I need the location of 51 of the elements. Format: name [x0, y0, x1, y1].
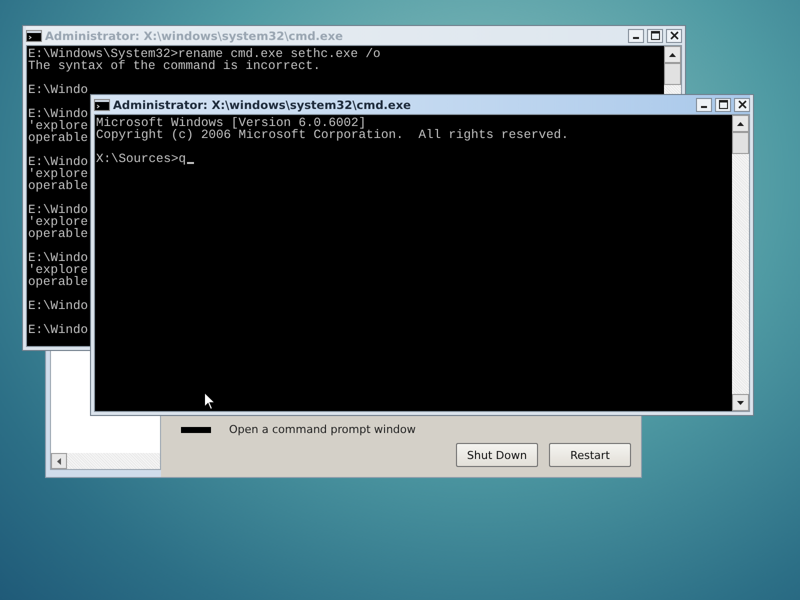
up-arrow-icon	[669, 52, 676, 56]
close-icon	[670, 31, 678, 40]
up-arrow-icon	[737, 122, 744, 126]
maximize-button[interactable]	[715, 98, 731, 112]
scroll-up-button[interactable]	[664, 46, 681, 63]
window-title: Administrator: X:\windows\system32\cmd.exe	[113, 98, 412, 112]
console-line: E:\Windo	[28, 156, 88, 168]
console-line: operable	[28, 228, 88, 240]
console-icon	[26, 30, 42, 42]
console-line: 'explore	[28, 264, 88, 276]
minimize-button[interactable]	[696, 98, 712, 112]
scrollbar[interactable]	[732, 115, 749, 411]
window-title: Administrator: X:\windows\system32\cmd.exe	[45, 28, 344, 42]
maximize-button[interactable]	[647, 28, 663, 42]
console-line: E:\Windo	[28, 204, 88, 216]
close-icon	[738, 100, 746, 109]
scroll-left-button[interactable]	[51, 453, 67, 469]
maximize-icon	[650, 31, 660, 40]
console-line: E:\Windo	[28, 108, 88, 120]
scroll-down-button[interactable]	[732, 394, 749, 411]
console-line: 'explore	[28, 168, 88, 180]
dialog-button[interactable]: Restart	[549, 443, 631, 467]
console-line: E:\Windo	[28, 300, 88, 312]
close-button[interactable]	[666, 28, 682, 42]
horizontal-scrollbar[interactable]	[51, 453, 160, 469]
console-line: operable	[28, 276, 88, 288]
console-icon	[181, 426, 211, 432]
maximize-icon	[718, 100, 728, 109]
console-line: 'explore	[28, 216, 88, 228]
scroll-up-button[interactable]	[732, 115, 749, 132]
left-arrow-icon	[57, 458, 61, 464]
console-line: Microsoft Windows [Version 6.0.6002]	[96, 117, 366, 129]
console-icon	[94, 98, 110, 110]
minimize-button[interactable]	[628, 28, 644, 42]
task-link[interactable]: Open a command prompt window	[229, 423, 416, 436]
console-line: X:\Sources>q	[96, 153, 186, 165]
console-line: Copyright (c) 2006 Microsoft Corporation. All rights reserved.	[96, 129, 569, 141]
dialog-button[interactable]: Shut Down	[456, 443, 538, 467]
console-line: operable	[28, 180, 88, 192]
close-button[interactable]	[734, 98, 750, 112]
down-arrow-icon	[737, 400, 744, 404]
text-cursor	[187, 162, 194, 164]
console-line: E:\Windo	[28, 84, 88, 96]
scroll-thumb[interactable]	[664, 63, 681, 85]
console-line: E:\Windows\System32>rename cmd.exe sethc.exe /o	[28, 48, 381, 60]
console-line: E:\Windo	[28, 324, 88, 336]
console-line: E:\Windo	[28, 252, 88, 264]
console-line: 'explore	[28, 120, 88, 132]
scroll-thumb[interactable]	[732, 132, 749, 154]
console-line: operable	[28, 132, 88, 144]
console-line: The syntax of the command is incorrect.	[28, 60, 321, 72]
